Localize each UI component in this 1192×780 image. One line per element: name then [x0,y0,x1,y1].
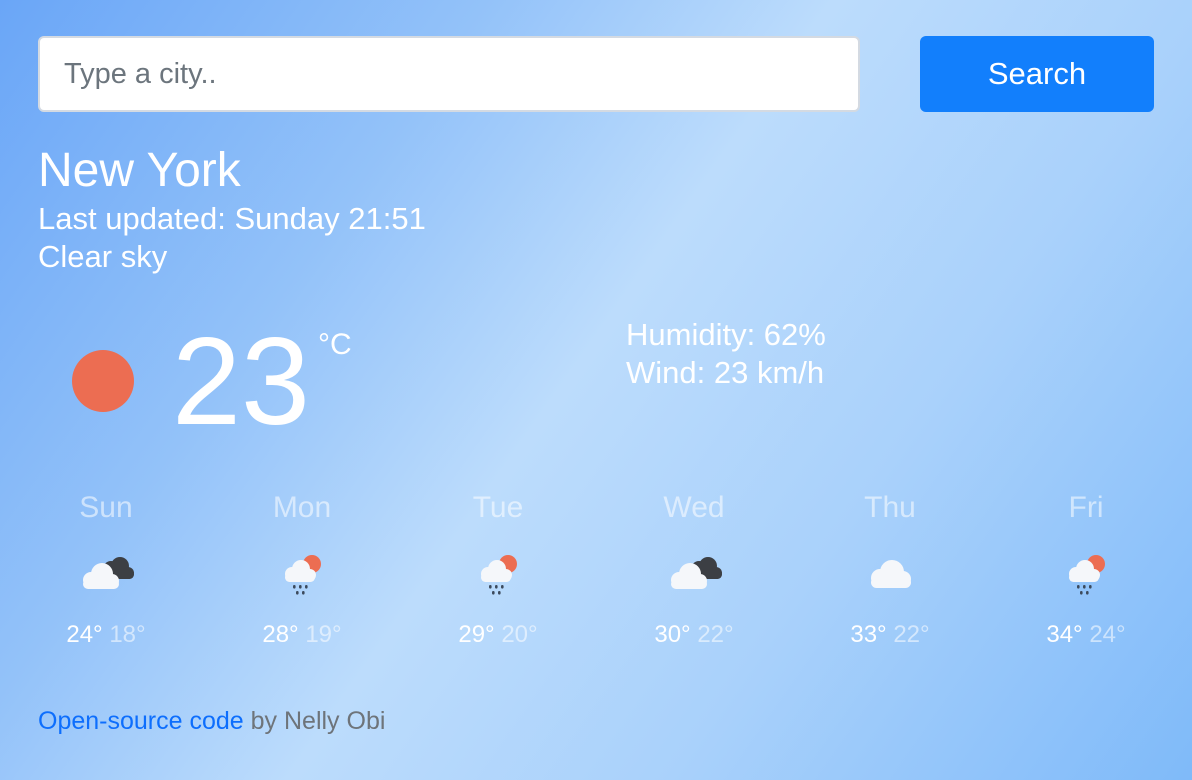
forecast-min: 22° [893,621,930,648]
forecast-temps: 29° 20° [400,620,596,650]
forecast-temps: 33° 22° [792,620,988,650]
forecast-temps: 34° 24° [988,620,1184,650]
city-search-input[interactable] [38,36,860,112]
city-name: New York [38,144,241,197]
forecast-day: Thu 33° 22° [792,488,988,650]
forecast-day-name: Thu [864,491,916,524]
forecast-temps: 28° 19° [204,620,400,650]
forecast-day-name: Fri [1068,491,1104,524]
forecast-day: Wed 30° 22° [596,488,792,650]
cloud-icon [858,548,922,600]
forecast-day: Sun 24° 18° [8,488,204,650]
forecast-min: 20° [501,621,538,648]
wind: Wind: 23 km/h [626,355,825,390]
overcast-clouds-icon [662,548,726,600]
rain-sun-icon [466,548,530,600]
forecast-temps: 30° 22° [596,620,792,650]
forecast-day: Fri 34° 24° [988,488,1184,650]
current-temperature: 23 [172,313,310,451]
forecast-max: 29° [458,621,495,648]
forecast: Sun 24° 18° Mon 28° 19° Tue 29° 20° Wed … [8,488,1184,658]
forecast-min: 19° [305,621,342,648]
forecast-min: 22° [697,621,734,648]
search-form: Search [38,36,1154,112]
search-button[interactable]: Search [920,36,1154,112]
forecast-max: 34° [1046,621,1083,648]
forecast-max: 33° [850,621,887,648]
forecast-temps: 24° 18° [8,620,204,650]
forecast-day-name: Mon [272,491,332,524]
source-code-link[interactable]: Open-source code [38,707,244,735]
humidity: Humidity: 62% [626,317,826,352]
temperature-unit: °C [318,328,352,361]
footer: Open-source code by Nelly Obi [38,704,385,738]
forecast-max: 24° [66,621,103,648]
footer-byline: by Nelly Obi [243,707,386,735]
forecast-max: 30° [654,621,691,648]
forecast-day-name: Wed [663,491,725,524]
forecast-max: 28° [262,621,299,648]
rain-sun-icon [270,548,334,600]
forecast-day-name: Sun [79,491,133,524]
weather-description: Clear sky [38,239,168,274]
forecast-day-name: Tue [472,491,524,524]
sun-icon [72,350,134,412]
rain-sun-icon [1054,548,1118,600]
last-updated: Last updated: Sunday 21:51 [38,201,426,236]
overcast-clouds-icon [74,548,138,600]
forecast-min: 18° [109,621,146,648]
forecast-day: Mon 28° 19° [204,488,400,650]
weather-details: Humidity: 62% Wind: 23 km/h [626,316,826,392]
forecast-min: 24° [1089,621,1126,648]
forecast-day: Tue 29° 20° [400,488,596,650]
